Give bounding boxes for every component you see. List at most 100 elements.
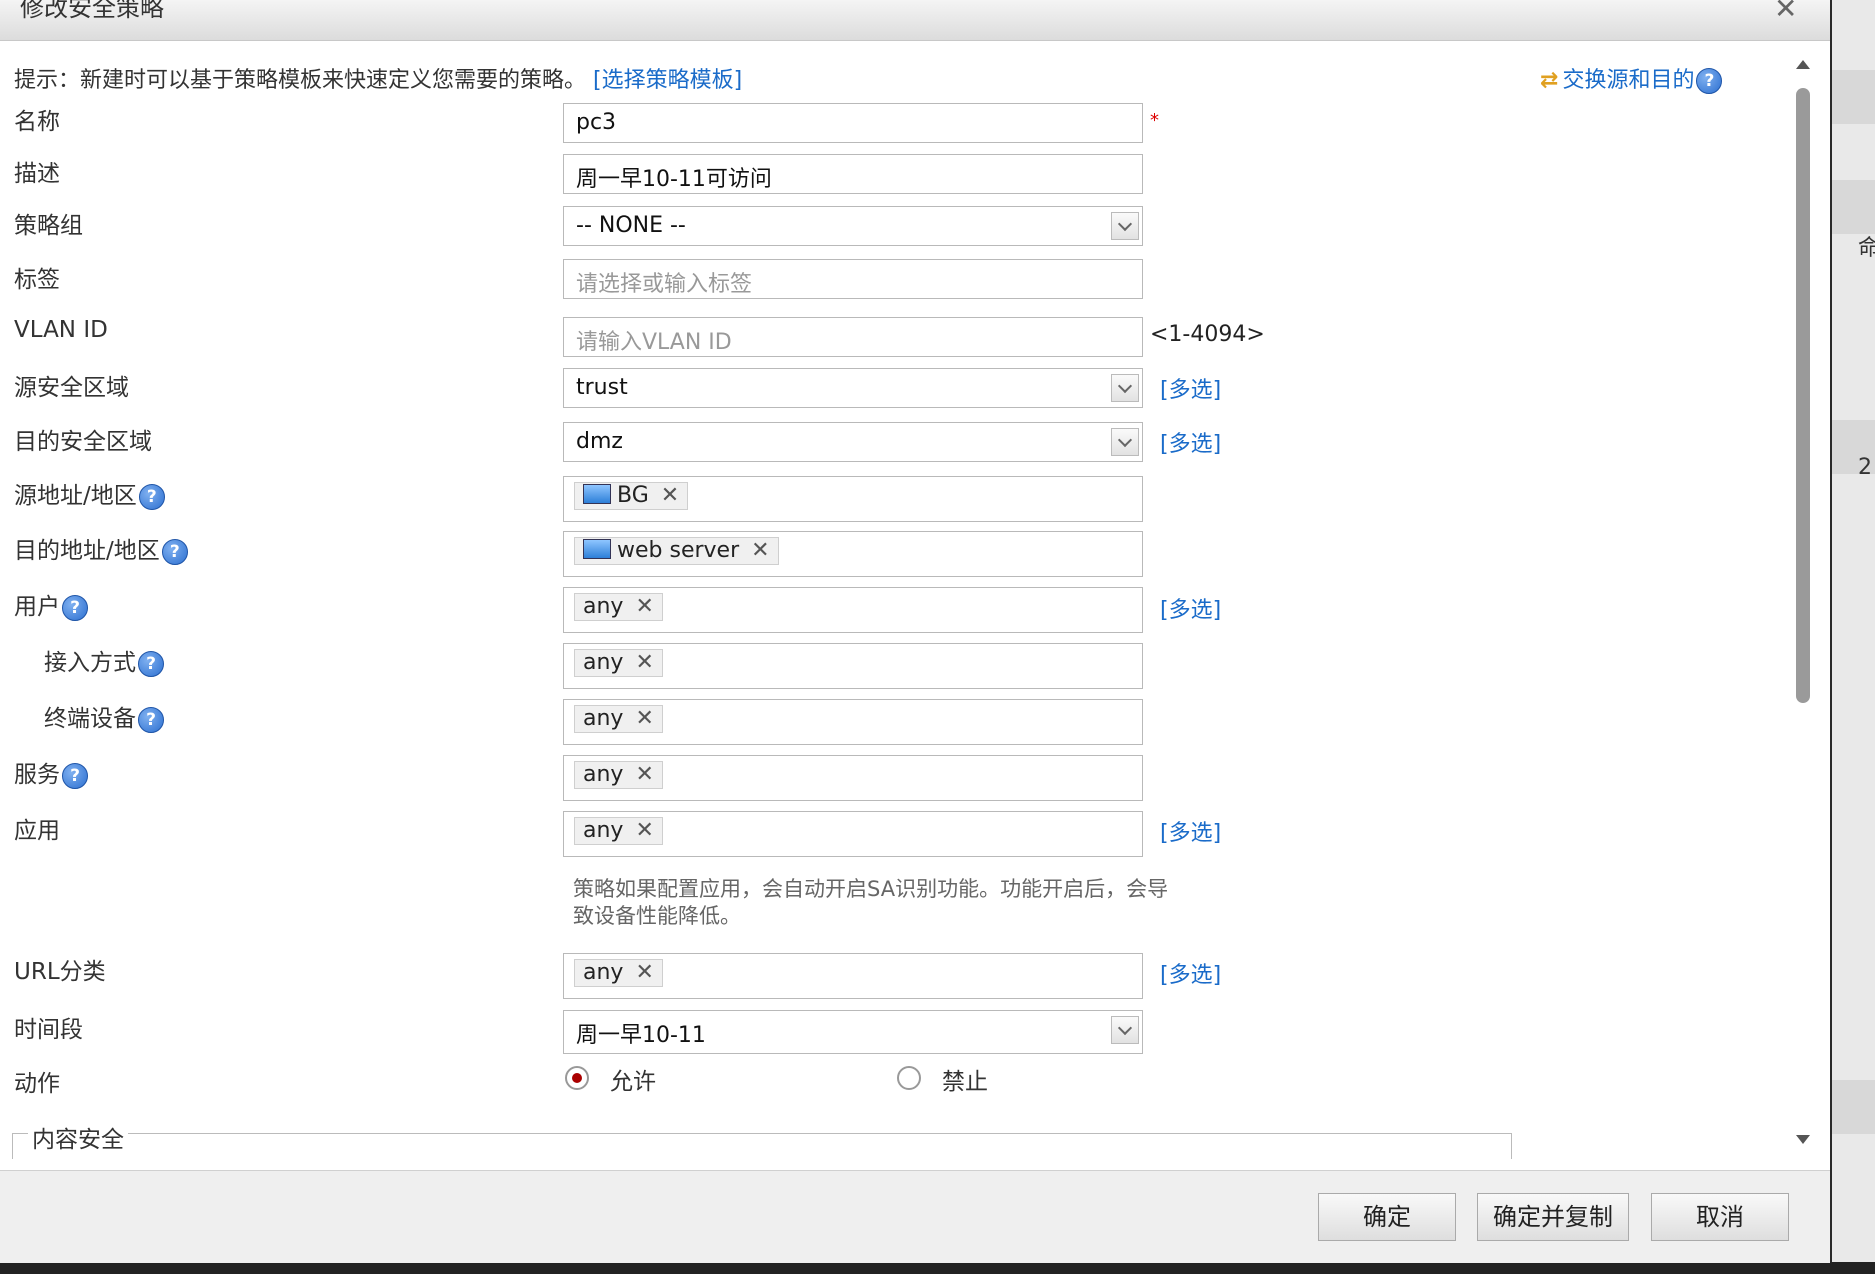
src-addr-input[interactable]: BG ✕ bbox=[563, 476, 1143, 522]
action-allow-label[interactable]: 允许 bbox=[610, 1062, 656, 1096]
computer-icon bbox=[583, 539, 611, 559]
name-value: pc3 bbox=[576, 110, 617, 135]
application-input[interactable]: any ✕ bbox=[563, 811, 1143, 857]
vlan-input[interactable]: 请输入VLAN ID bbox=[563, 317, 1143, 357]
application-multi-select[interactable]: [多选] bbox=[1160, 815, 1221, 847]
url-category-label: URL分类 bbox=[14, 959, 106, 985]
help-icon[interactable]: ? bbox=[138, 706, 164, 733]
remove-tag-icon[interactable]: ✕ bbox=[635, 650, 653, 675]
action-allow-radio[interactable] bbox=[565, 1066, 589, 1090]
access-mode-input[interactable]: any ✕ bbox=[563, 643, 1143, 689]
swap-label: 交换源和目的 bbox=[1562, 68, 1695, 93]
policy-group-label: 策略组 bbox=[14, 213, 83, 239]
action-label: 动作 bbox=[14, 1071, 60, 1097]
src-addr-label-text: 源地址/地区 bbox=[14, 483, 137, 509]
background-bottom-bar bbox=[0, 1262, 1875, 1274]
dst-zone-multi-select[interactable]: [多选] bbox=[1160, 426, 1221, 458]
schedule-select[interactable]: 周一早10-11 bbox=[563, 1010, 1143, 1054]
help-icon[interactable]: ? bbox=[161, 538, 188, 565]
user-label: 用户? bbox=[14, 587, 88, 621]
content-security-fieldset bbox=[12, 1133, 1512, 1159]
url-category-tag-text: any bbox=[583, 960, 624, 985]
help-icon[interactable]: ? bbox=[138, 483, 165, 510]
url-category-tag: any ✕ bbox=[574, 959, 663, 987]
url-category-input[interactable]: any ✕ bbox=[563, 953, 1143, 999]
access-mode-label-text: 接入方式 bbox=[44, 650, 136, 676]
remove-tag-icon[interactable]: ✕ bbox=[751, 538, 769, 563]
vlan-label: VLAN ID bbox=[14, 317, 108, 343]
remove-tag-icon[interactable]: ✕ bbox=[635, 818, 653, 843]
description-input[interactable]: 周一早10-11可访问 bbox=[563, 154, 1143, 194]
remove-tag-icon[interactable]: ✕ bbox=[635, 706, 653, 731]
remove-tag-icon[interactable]: ✕ bbox=[635, 762, 653, 787]
src-addr-tag-text: BG bbox=[617, 483, 649, 508]
terminal-label: 终端设备? bbox=[44, 699, 164, 733]
user-input[interactable]: any ✕ bbox=[563, 587, 1143, 633]
dst-addr-label-text: 目的地址/地区 bbox=[14, 538, 160, 564]
scrollbar[interactable] bbox=[1792, 40, 1814, 1170]
dst-zone-select[interactable]: dmz bbox=[563, 422, 1143, 462]
help-icon[interactable]: ? bbox=[138, 650, 164, 677]
chevron-down-icon[interactable] bbox=[1111, 1016, 1139, 1044]
terminal-input[interactable]: any ✕ bbox=[563, 699, 1143, 745]
dst-addr-label: 目的地址/地区? bbox=[14, 531, 188, 565]
dialog-content: 提示：新建时可以基于策略模板来快速定义您需要的策略。 [选择策略模板] ⇄ 交换源… bbox=[0, 40, 1830, 1170]
tags-input[interactable]: 请选择或输入标签 bbox=[563, 259, 1143, 299]
chevron-down-icon[interactable] bbox=[1111, 212, 1139, 240]
select-template-link[interactable]: [选择策略模板] bbox=[593, 68, 742, 93]
ok-button[interactable]: 确定 bbox=[1318, 1193, 1456, 1241]
scroll-down-icon[interactable] bbox=[1796, 1135, 1810, 1144]
vlan-placeholder: 请输入VLAN ID bbox=[576, 330, 732, 355]
access-mode-tag: any ✕ bbox=[574, 649, 663, 677]
src-zone-select[interactable]: trust bbox=[563, 368, 1143, 408]
help-icon[interactable]: ? bbox=[62, 594, 88, 621]
service-tag-text: any bbox=[583, 762, 624, 787]
name-input[interactable]: pc3 bbox=[563, 103, 1143, 143]
terminal-label-text: 终端设备 bbox=[44, 706, 136, 732]
background-row bbox=[1832, 1080, 1875, 1134]
schedule-label: 时间段 bbox=[14, 1017, 83, 1043]
ok-and-copy-button[interactable]: 确定并复制 bbox=[1477, 1193, 1629, 1241]
schedule-value: 周一早10-11 bbox=[576, 1023, 706, 1048]
service-label-text: 服务 bbox=[14, 762, 60, 788]
action-deny-radio[interactable] bbox=[897, 1066, 921, 1090]
dst-addr-tag-text: web server bbox=[617, 538, 740, 563]
background-row bbox=[1832, 70, 1875, 124]
computer-icon bbox=[583, 484, 611, 504]
remove-tag-icon[interactable]: ✕ bbox=[635, 960, 653, 985]
remove-tag-icon[interactable]: ✕ bbox=[661, 483, 679, 508]
action-deny-label[interactable]: 禁止 bbox=[942, 1062, 988, 1096]
dst-zone-label: 目的安全区域 bbox=[14, 429, 152, 455]
remove-tag-icon[interactable]: ✕ bbox=[635, 594, 653, 619]
scrollbar-thumb[interactable] bbox=[1796, 88, 1810, 703]
vlan-range-hint: <1-4094> bbox=[1150, 322, 1265, 347]
application-tag-text: any bbox=[583, 818, 624, 843]
src-zone-value: trust bbox=[576, 375, 628, 400]
close-icon[interactable]: ✕ bbox=[1774, 0, 1797, 25]
cancel-button[interactable]: 取消 bbox=[1651, 1193, 1789, 1241]
description-label: 描述 bbox=[14, 161, 60, 187]
background-glyph: 2 bbox=[1858, 455, 1872, 480]
src-zone-multi-select[interactable]: [多选] bbox=[1160, 372, 1221, 404]
swap-icon: ⇄ bbox=[1540, 68, 1559, 93]
chevron-down-icon[interactable] bbox=[1111, 374, 1139, 402]
swap-src-dst-link[interactable]: ⇄ 交换源和目的? bbox=[1540, 62, 1723, 94]
chevron-down-icon[interactable] bbox=[1111, 428, 1139, 456]
hint-text: 提示：新建时可以基于策略模板来快速定义您需要的策略。 [选择策略模板] bbox=[14, 62, 742, 94]
policy-group-select[interactable]: -- NONE -- bbox=[563, 206, 1143, 246]
service-input[interactable]: any ✕ bbox=[563, 755, 1143, 801]
dialog-titlebar[interactable]: 修改安全策略 ✕ bbox=[0, 0, 1830, 41]
user-tag: any ✕ bbox=[574, 593, 663, 621]
help-icon[interactable]: ? bbox=[62, 762, 88, 789]
policy-group-value: -- NONE -- bbox=[576, 213, 686, 238]
help-icon[interactable]: ? bbox=[1696, 68, 1723, 94]
application-tag: any ✕ bbox=[574, 817, 663, 845]
scroll-up-icon[interactable] bbox=[1796, 60, 1810, 69]
src-zone-label: 源安全区域 bbox=[14, 375, 129, 401]
hint-message: 提示：新建时可以基于策略模板来快速定义您需要的策略。 bbox=[14, 68, 587, 93]
access-mode-tag-text: any bbox=[583, 650, 624, 675]
name-label: 名称 bbox=[14, 109, 60, 135]
dst-addr-input[interactable]: web server ✕ bbox=[563, 531, 1143, 577]
user-multi-select[interactable]: [多选] bbox=[1160, 592, 1221, 624]
url-category-multi-select[interactable]: [多选] bbox=[1160, 957, 1221, 989]
